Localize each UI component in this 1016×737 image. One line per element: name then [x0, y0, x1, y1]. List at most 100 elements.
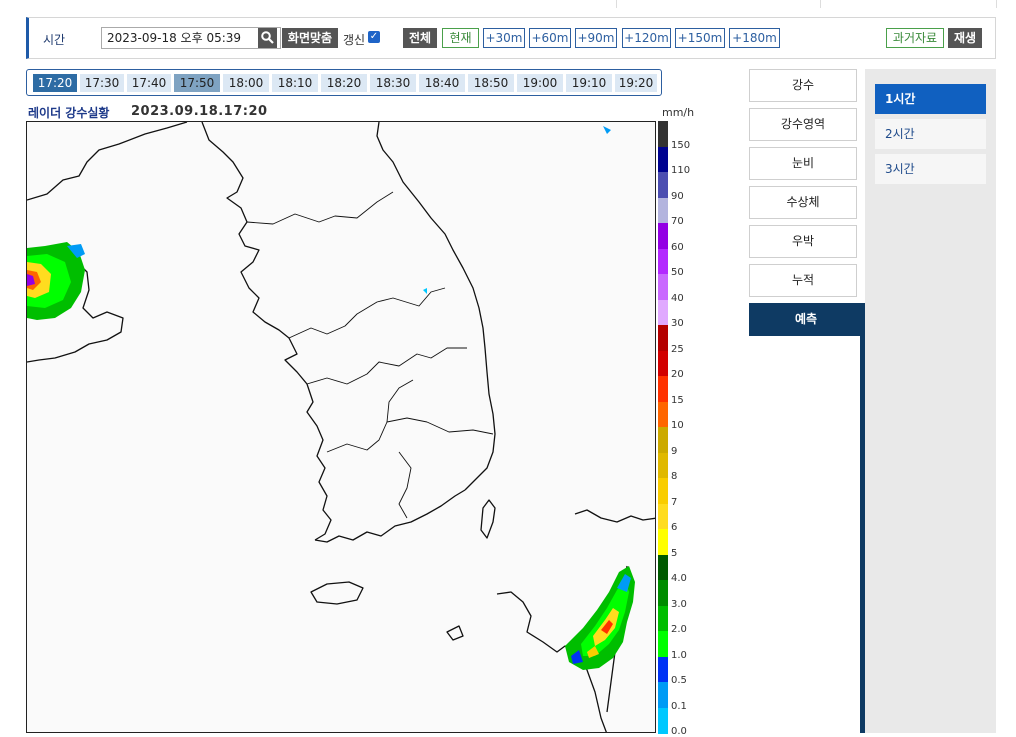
map-timestamp: 2023.09.18.17:20 [131, 104, 268, 119]
legend-label: 2.0 [671, 624, 687, 635]
play-button[interactable]: 재생 [948, 28, 982, 48]
timeline-item[interactable]: 18:30 [370, 74, 416, 92]
legend-swatch [658, 248, 668, 275]
legend-swatch [658, 376, 668, 402]
menu-item-precip[interactable]: 강수 [749, 69, 857, 102]
timeline-item[interactable]: 18:00 [223, 74, 269, 92]
legend-swatch [658, 401, 668, 428]
offset-90m-button[interactable]: +90m [575, 28, 617, 48]
precip-legend [658, 121, 668, 734]
subpanel-item-2h[interactable]: 2시간 [875, 119, 986, 149]
legend-label: 0.0 [671, 726, 687, 737]
subpanel-item-3h[interactable]: 3시간 [875, 154, 986, 184]
forecast-subpanel: 1시간 2시간 3시간 [865, 69, 996, 733]
legend-swatch [658, 223, 668, 249]
legend-swatch [658, 325, 668, 351]
refresh-checkbox[interactable]: ✓ [368, 31, 380, 43]
datetime-value: 2023-09-18 오후 05:39 [107, 31, 242, 45]
divider [820, 0, 821, 8]
control-bar: 시간 2023-09-18 오후 05:39 화면맞춤 갱신 ✓ 전체 현재 +… [26, 17, 996, 59]
legend-label: 60 [671, 241, 684, 253]
legend-label: 9 [671, 445, 678, 457]
legend-swatch [658, 529, 668, 555]
legend-unit: mm/h [662, 106, 695, 119]
map-title: 레이더 강수실황 [28, 106, 110, 120]
legend-swatch [658, 580, 668, 606]
timeline-item[interactable]: 17:30 [80, 74, 124, 92]
legend-label: 20 [671, 369, 684, 380]
legend-label: 0.1 [671, 700, 687, 712]
timeline-item[interactable]: 18:50 [468, 74, 514, 92]
radar-map[interactable] [26, 121, 656, 733]
search-button[interactable] [258, 28, 277, 48]
legend-swatch [658, 554, 668, 581]
now-button[interactable]: 현재 [442, 28, 479, 48]
offset-180m-button[interactable]: +180m [729, 28, 780, 48]
menu-item-hydrometeor[interactable]: 수상체 [749, 186, 857, 219]
legend-label: 150 [671, 139, 691, 151]
timeline-item[interactable]: 18:10 [272, 74, 318, 92]
legend-label: 7 [671, 496, 678, 508]
radar-echo-west [27, 242, 85, 320]
legend-swatch [658, 682, 668, 708]
legend-swatch [658, 350, 668, 377]
divider [616, 0, 617, 8]
all-button[interactable]: 전체 [403, 28, 437, 48]
offset-30m-button[interactable]: +30m [483, 28, 525, 48]
timeline: 17:20 17:30 17:40 17:50 18:00 18:10 18:2… [26, 69, 662, 96]
legend-swatch [658, 707, 668, 734]
menu-item-hail[interactable]: 우박 [749, 225, 857, 258]
timeline-item[interactable]: 17:20 [33, 74, 77, 92]
legend-label: 0.5 [671, 675, 687, 686]
timeline-item[interactable]: 17:40 [127, 74, 171, 92]
timeline-item[interactable]: 19:20 [615, 74, 657, 92]
subpanel-item-1h[interactable]: 1시간 [875, 84, 986, 114]
legend-swatch [658, 197, 668, 224]
menu-item-snow-rain[interactable]: 눈비 [749, 147, 857, 180]
legend-swatch [658, 121, 668, 147]
timeline-item[interactable]: 18:40 [419, 74, 465, 92]
legend-label: 70 [671, 216, 684, 227]
legend-swatch [658, 478, 668, 504]
map-outline [27, 122, 655, 732]
fit-screen-button[interactable]: 화면맞춤 [282, 28, 338, 48]
timeline-item[interactable]: 18:20 [321, 74, 367, 92]
legend-label: 5 [671, 547, 678, 559]
menu-item-precip-area[interactable]: 강수영역 [749, 108, 857, 141]
refresh-label: 갱신 [343, 33, 366, 47]
legend-label: 10 [671, 420, 684, 431]
timeline-item[interactable]: 19:10 [566, 74, 612, 92]
past-data-button[interactable]: 과거자료 [886, 28, 944, 48]
legend-swatch [658, 299, 668, 326]
legend-label: 110 [671, 165, 691, 176]
legend-swatch [658, 172, 668, 198]
legend-label: 6 [671, 522, 678, 533]
legend-swatch [658, 631, 668, 657]
legend-swatch [658, 503, 668, 530]
legend-swatch [658, 452, 668, 479]
legend-swatch [658, 427, 668, 453]
time-label: 시간 [43, 33, 66, 47]
timeline-item[interactable]: 17:50 [174, 74, 220, 92]
radar-echo-southeast [565, 566, 635, 670]
legend-label: 4.0 [671, 573, 687, 584]
offset-150m-button[interactable]: +150m [675, 28, 725, 48]
legend-label: 90 [671, 190, 684, 202]
menu-item-forecast[interactable]: 예측 [749, 303, 863, 336]
legend-label: 15 [671, 394, 684, 406]
legend-label: 1.0 [671, 649, 687, 661]
legend-swatch [658, 274, 668, 300]
legend-swatch [658, 605, 668, 632]
datetime-input[interactable]: 2023-09-18 오후 05:39 [101, 27, 281, 49]
offset-60m-button[interactable]: +60m [529, 28, 571, 48]
timeline-item[interactable]: 19:00 [517, 74, 563, 92]
legend-label: 3.0 [671, 598, 687, 610]
legend-label: 8 [671, 471, 678, 482]
legend-swatch [658, 146, 668, 173]
menu-item-accumulated[interactable]: 누적 [749, 264, 857, 297]
search-icon [261, 31, 274, 44]
legend-label: 30 [671, 318, 684, 329]
offset-120m-button[interactable]: +120m [622, 28, 671, 48]
legend-swatch [658, 656, 668, 683]
top-strip [0, 0, 1016, 8]
